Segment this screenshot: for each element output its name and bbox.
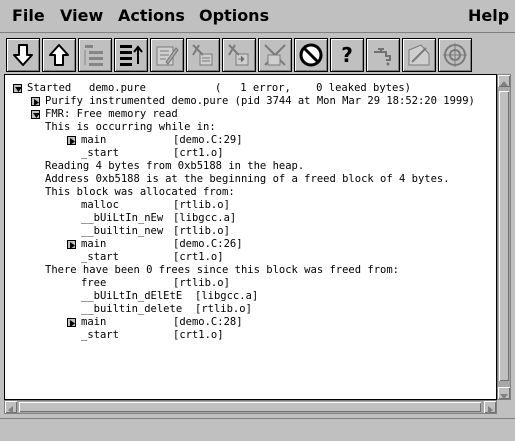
faucet-leak-icon <box>374 48 391 66</box>
toolbar: ? <box>0 34 515 74</box>
horizontal-scrollbar[interactable] <box>4 400 497 414</box>
triangle-down-icon <box>15 87 22 92</box>
svg-text:?: ? <box>341 43 353 67</box>
menu-file[interactable]: File <box>12 6 45 25</box>
collapse-button[interactable] <box>78 38 112 72</box>
triangle-right-icon <box>70 138 75 145</box>
kill-button[interactable] <box>258 38 292 72</box>
stack-location: [rtlib.o] <box>173 225 230 237</box>
stack-location: [crt1.o] <box>173 147 224 159</box>
suppress-icon <box>192 44 213 66</box>
stack-function[interactable]: __bUiLtIn_dElEtE <box>81 290 182 303</box>
started-summary: ( 1 error, 0 leaked bytes) <box>215 82 411 94</box>
started-program: demo.pure <box>89 82 146 94</box>
fmr-message: FMR: Free memory read <box>45 108 178 120</box>
arrow-up-icon <box>49 44 69 66</box>
triangle-right-icon <box>34 99 39 106</box>
vertical-scroll-thumb[interactable] <box>499 91 509 381</box>
scroll-right-button[interactable] <box>484 401 496 414</box>
new-leaks-icon <box>408 44 430 66</box>
stack-location: [demo.C:28] <box>173 316 243 328</box>
help-button[interactable]: ? <box>330 38 364 72</box>
stack-location: [crt1.o] <box>173 251 224 263</box>
unsuppress-icon <box>228 44 249 66</box>
stack-function[interactable]: main <box>81 238 106 251</box>
menu-view[interactable]: View <box>60 6 103 25</box>
stack-location: [rtlib.o] <box>173 199 230 211</box>
expand-toggle[interactable] <box>67 318 76 327</box>
stack-function[interactable]: free <box>81 277 106 290</box>
stack-function[interactable]: _start <box>81 251 119 264</box>
reading-message: Reading 4 bytes from 0xb5188 in the heap… <box>45 160 305 172</box>
scroll-up-button[interactable] <box>498 75 510 87</box>
coverage-button[interactable] <box>438 38 472 72</box>
started-label: Started <box>27 82 72 94</box>
stack-location: [rtlib.o] <box>173 277 230 289</box>
arrow-down-icon <box>13 44 33 66</box>
stack-function[interactable]: main <box>81 316 106 329</box>
leaks-button[interactable] <box>366 38 400 72</box>
no-entry-icon <box>299 43 323 67</box>
arrow-down-small-icon <box>500 394 508 399</box>
purify-instrumented-line: Purify instrumented demo.pure (pid 3744 … <box>45 95 475 107</box>
menu-options[interactable]: Options <box>199 6 269 25</box>
vertical-scrollbar[interactable] <box>497 74 511 400</box>
arrow-left-small-icon <box>8 406 13 414</box>
expand-toggle[interactable] <box>67 136 76 145</box>
expand-button[interactable] <box>114 38 148 72</box>
triangle-down-icon <box>33 113 40 118</box>
menu-bar: File View Actions Options Help <box>0 0 515 33</box>
stack-location: [demo.C:26] <box>173 238 243 250</box>
scroll-down-button[interactable] <box>498 387 510 399</box>
arrow-right-small-icon <box>488 406 493 414</box>
coverage-target-icon <box>443 43 467 67</box>
previous-message-button[interactable] <box>42 38 76 72</box>
help-question-icon: ? <box>341 43 353 67</box>
stack-function[interactable]: _start <box>81 329 119 342</box>
arrow-up-small-icon <box>500 81 508 86</box>
freed-heading: There have been 0 frees since this block… <box>45 264 400 276</box>
stack-location: [crt1.o] <box>173 329 224 341</box>
stack-function[interactable]: __builtin_delete <box>81 303 182 316</box>
allocated-heading: This block was allocated from: <box>45 186 235 198</box>
stack-location: [libgcc.a] <box>173 212 237 224</box>
new-leaks-button[interactable] <box>402 38 436 72</box>
stack-function[interactable]: malloc <box>81 199 119 212</box>
expand-toggle[interactable] <box>67 240 76 249</box>
kill-icon <box>264 44 286 66</box>
expand-toggle[interactable] <box>31 97 40 106</box>
expand-toggle[interactable] <box>31 110 40 119</box>
stack-function[interactable]: __bUiLtIn_nEw <box>81 212 163 225</box>
stack-function[interactable]: __builtin_new <box>81 225 163 238</box>
next-message-button[interactable] <box>6 38 40 72</box>
stack-location: [demo.C:29] <box>173 134 243 146</box>
triangle-right-icon <box>70 242 75 249</box>
stop-button[interactable] <box>294 38 328 72</box>
message-output-pane[interactable]: Started demo.pure ( 1 error, 0 leaked by… <box>4 74 497 400</box>
address-message: Address 0xb5188 is at the beginning of a… <box>45 173 450 185</box>
occurring-heading: This is occurring while in: <box>45 121 216 133</box>
triangle-right-icon <box>70 320 75 327</box>
status-bar <box>0 418 515 441</box>
expand-toggle[interactable] <box>13 84 22 93</box>
expand-list-icon <box>120 45 143 66</box>
stack-function[interactable]: main <box>81 134 106 147</box>
unsuppress-button[interactable] <box>222 38 256 72</box>
stack-location: [rtlib.o] <box>195 303 252 315</box>
suppress-button[interactable] <box>186 38 220 72</box>
edit-button[interactable] <box>150 38 184 72</box>
scroll-left-button[interactable] <box>5 401 17 414</box>
stack-location: [libgcc.a] <box>195 290 259 302</box>
menu-actions[interactable]: Actions <box>118 6 185 25</box>
edit-icon <box>156 46 179 66</box>
collapse-list-icon <box>84 45 103 66</box>
stack-function[interactable]: _start <box>81 147 119 160</box>
horizontal-scroll-thumb[interactable] <box>19 402 481 412</box>
menu-help[interactable]: Help <box>468 6 509 25</box>
